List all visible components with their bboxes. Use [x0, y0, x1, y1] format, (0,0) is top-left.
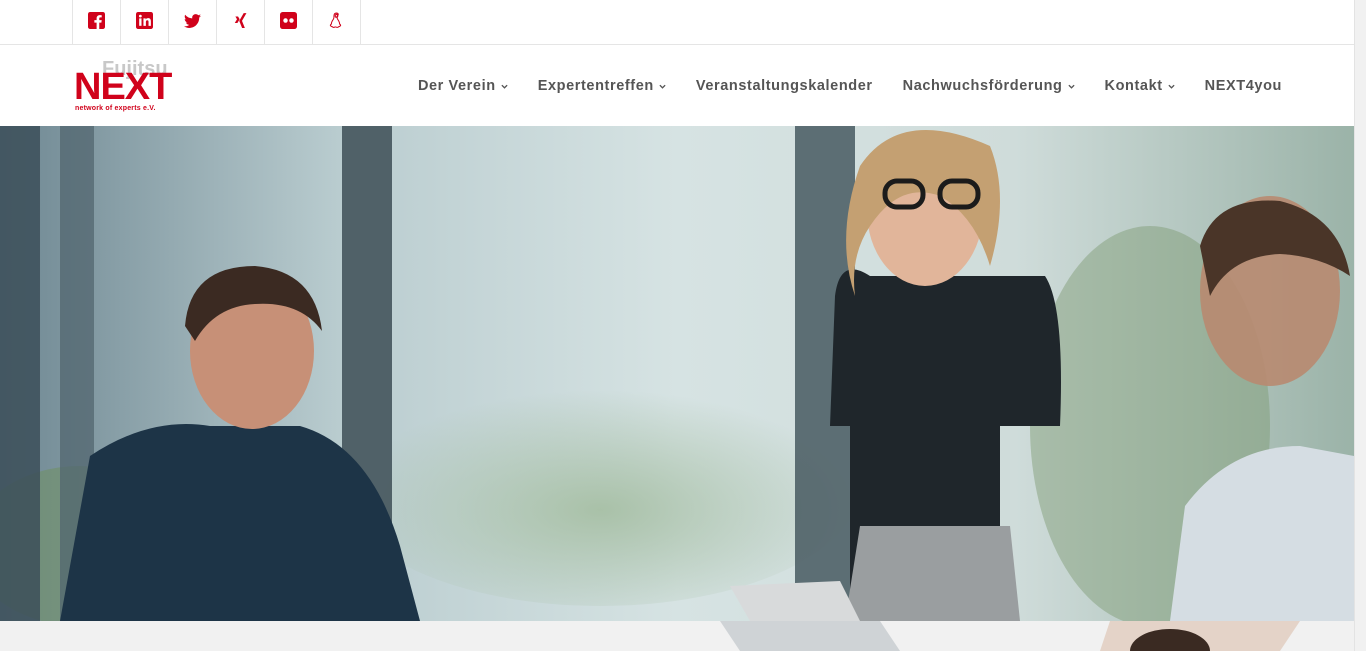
linkedin-link[interactable]	[121, 0, 169, 45]
nav-item-der-verein[interactable]: Der Verein	[418, 78, 508, 94]
hero-photo-illustration	[0, 126, 1354, 621]
linux-icon	[328, 12, 345, 34]
page-scrollbar[interactable]	[1354, 0, 1366, 651]
nav-item-label: Kontakt	[1104, 78, 1163, 94]
top-social-bar	[0, 0, 1354, 45]
logo-brand-main: NEXT	[74, 66, 172, 108]
linux-link[interactable]	[313, 0, 361, 45]
main-nav: Der Verein Expertentreffen Veranstaltung…	[388, 46, 1282, 126]
facebook-link[interactable]	[73, 0, 121, 45]
chevron-down-icon	[501, 83, 508, 90]
section-decor	[720, 621, 1300, 651]
content-section-top	[0, 621, 1354, 651]
twitter-icon	[184, 12, 201, 34]
fujitsu-next-logo[interactable]: Fujitsu NEXT network of experts e.V.	[74, 59, 174, 115]
nav-item-label: Veranstaltungskalender	[695, 78, 873, 94]
nav-item-label: Nachwuchsförderung	[902, 78, 1063, 94]
chevron-down-icon	[1168, 83, 1175, 90]
flickr-link[interactable]	[265, 0, 313, 45]
chevron-down-icon	[659, 83, 666, 90]
nav-item-label: Der Verein	[417, 78, 496, 94]
nav-item-label: NEXT4you	[1204, 78, 1282, 94]
twitter-link[interactable]	[169, 0, 217, 45]
flickr-icon	[280, 11, 297, 34]
hero-image	[0, 126, 1354, 621]
xing-icon	[232, 12, 249, 34]
linkedin-icon	[136, 11, 153, 34]
nav-item-expertentreffen[interactable]: Expertentreffen	[538, 78, 666, 94]
nav-item-nachwuchsfoerderung[interactable]: Nachwuchsförderung	[903, 78, 1075, 94]
facebook-icon	[88, 11, 105, 34]
nav-item-next4you[interactable]: NEXT4you	[1205, 78, 1282, 94]
xing-link[interactable]	[217, 0, 265, 45]
chevron-down-icon	[1067, 83, 1075, 90]
social-links	[72, 0, 361, 45]
logo-tagline: network of experts e.V.	[75, 105, 156, 112]
nav-item-veranstaltungskalender[interactable]: Veranstaltungskalender	[696, 78, 873, 94]
nav-item-label: Expertentreffen	[537, 78, 654, 94]
site-header: Fujitsu NEXT network of experts e.V. Der…	[0, 46, 1354, 126]
nav-item-kontakt[interactable]: Kontakt	[1105, 78, 1175, 94]
